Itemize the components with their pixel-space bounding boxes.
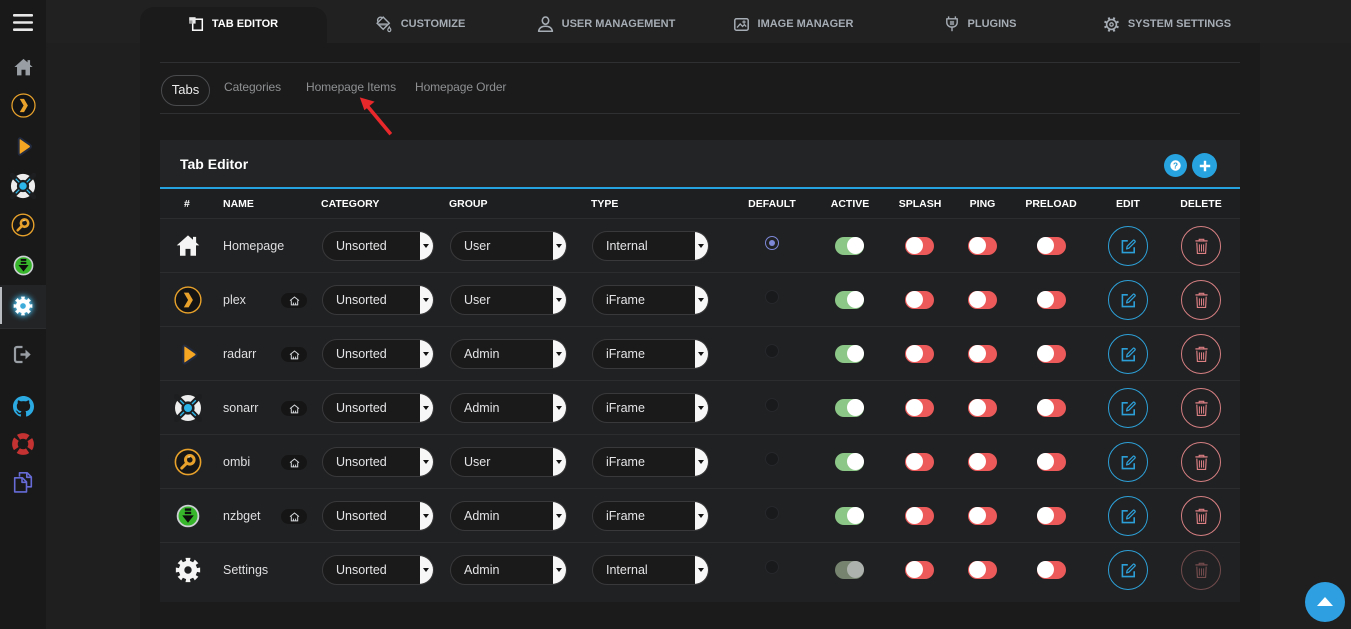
svg-text:?: ? bbox=[1173, 161, 1178, 170]
